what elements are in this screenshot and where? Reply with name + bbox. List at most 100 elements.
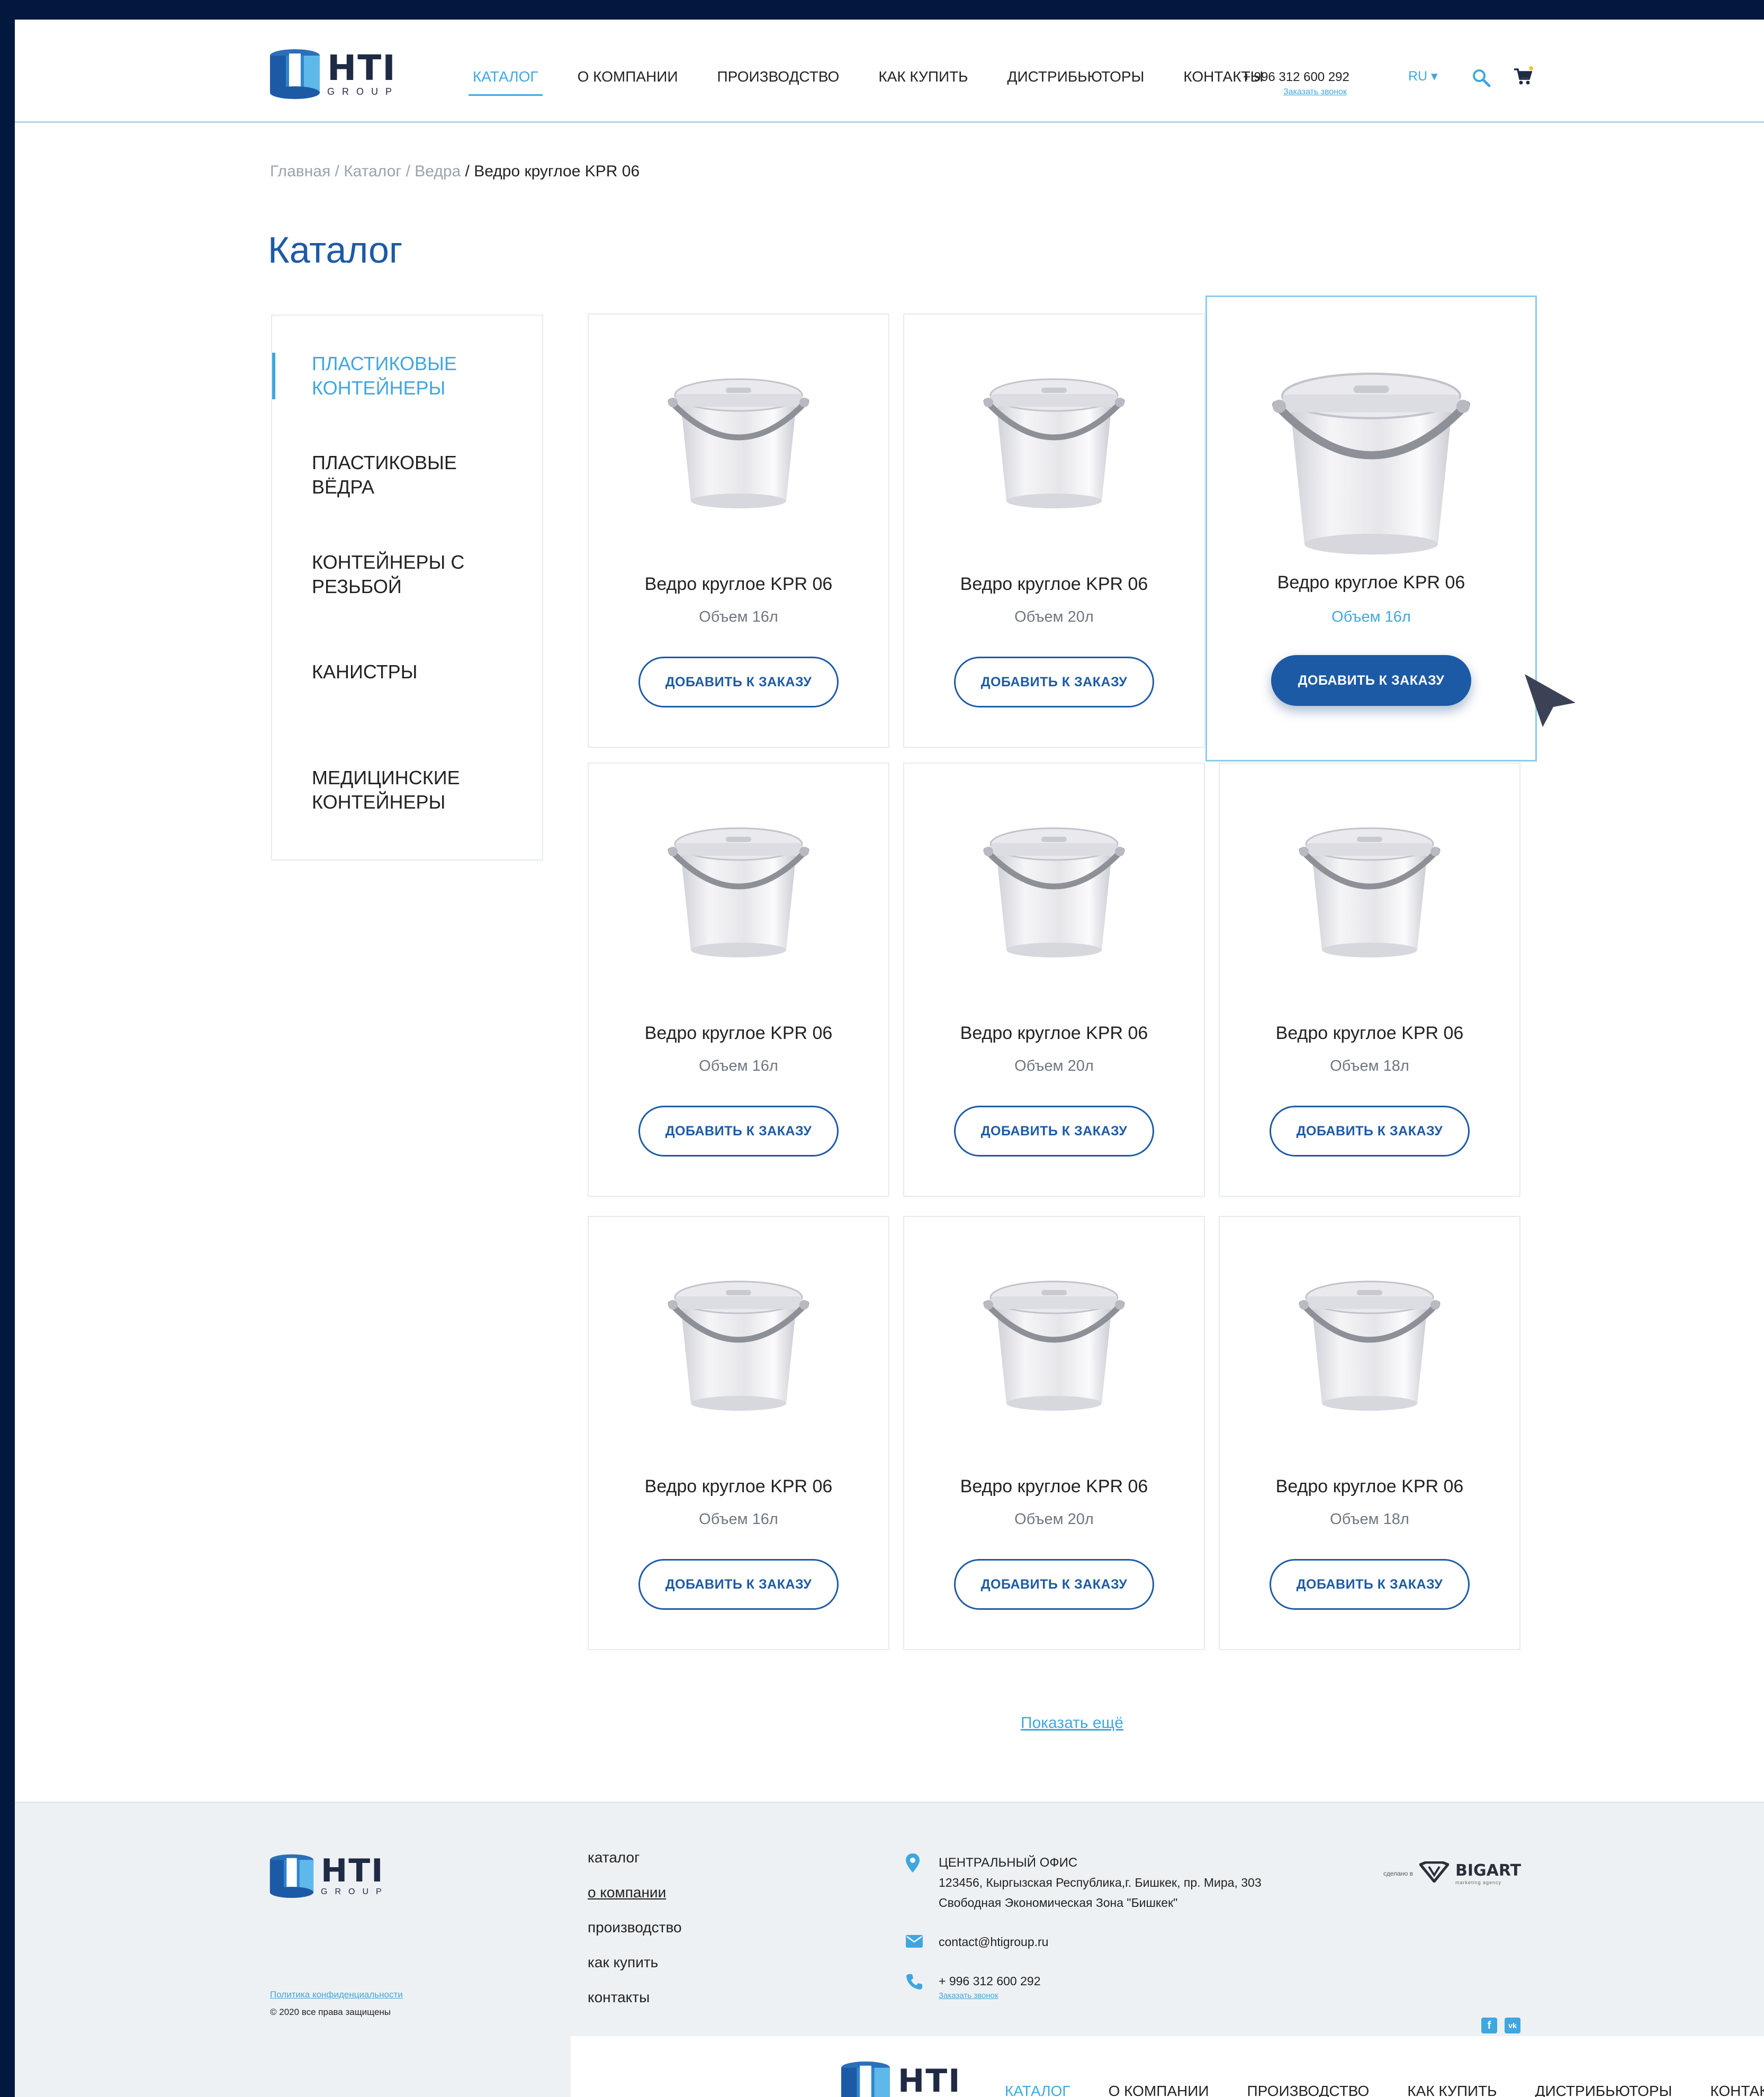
footer-nav-about[interactable]: о компании [588, 1884, 682, 1901]
footer-nav-how-to-buy[interactable]: как купить [588, 1954, 682, 1971]
product-card[interactable]: Ведро круглое KPR 06 Объем 18л ДОБАВИТЬ … [1219, 1216, 1520, 1650]
breadcrumb-home[interactable]: Главная [270, 163, 330, 180]
product-volume: Объем 18л [1330, 1511, 1409, 1528]
header-logo[interactable]: HTI GROUP [269, 48, 399, 99]
footer-nav-production[interactable]: производство [588, 1919, 682, 1936]
language-select[interactable]: RU ▾ [1408, 68, 1438, 84]
product-card[interactable]: Ведро круглое KPR 06 Объем 16л ДОБАВИТЬ … [588, 763, 889, 1197]
product-card[interactable]: Ведро круглое KPR 06 Объем 16л ДОБАВИТЬ … [588, 1216, 889, 1650]
site-header: HTI GROUP КАТАЛОГ О КОМПАНИИ ПРОИЗВОДСТВ… [15, 20, 1764, 123]
sticky-nav-catalog[interactable]: КАТАЛОГ [1005, 2083, 1070, 2097]
sidebar-item-medical-containers[interactable]: МЕДИЦИНСКИЕ КОНТЕЙНЕРЫ [312, 766, 513, 814]
sticky-nav-distributors[interactable]: ДИСТРИБЬЮТОРЫ [1535, 2083, 1672, 2097]
sticky-logo[interactable]: HTI GROUP [840, 2060, 966, 2097]
privacy-policy-link[interactable]: Политика конфиденциальности [270, 1990, 403, 2000]
product-name[interactable]: Ведро круглое KPR 06 [1220, 1023, 1519, 1044]
footer-phone[interactable]: + 996 312 600 292 [939, 1971, 1262, 1991]
product-card[interactable]: Ведро круглое KPR 06 Объем 16л ДОБАВИТЬ … [588, 313, 889, 748]
product-name[interactable]: Ведро круглое KPR 06 [1220, 1476, 1519, 1497]
nav-item-how-to-buy[interactable]: КАК КУПИТЬ [878, 68, 968, 85]
product-card[interactable]: Ведро круглое KPR 06 Объем 20л ДОБАВИТЬ … [903, 763, 1205, 1197]
product-name[interactable]: Ведро круглое KPR 06 [589, 574, 888, 595]
product-image[interactable] [904, 1265, 1204, 1417]
vk-icon[interactable]: vk [1505, 2018, 1520, 2033]
product-image[interactable] [904, 362, 1204, 515]
footer-nav-catalog[interactable]: каталог [588, 1849, 682, 1866]
product-name[interactable]: Ведро круглое KPR 06 [589, 1023, 888, 1044]
sticky-header: HTI GROUP КАТАЛОГ О КОМПАНИИ ПРОИЗВОДСТВ… [571, 2036, 1764, 2097]
add-to-order-button[interactable]: ДОБАВИТЬ К ЗАКАЗУ [638, 1106, 839, 1157]
logo-mark-icon [269, 1853, 314, 1898]
sticky-nav-about[interactable]: О КОМПАНИИ [1109, 2083, 1209, 2097]
search-icon[interactable] [1472, 68, 1491, 90]
add-to-order-button[interactable]: ДОБАВИТЬ К ЗАКАЗУ [1270, 1106, 1470, 1157]
sticky-nav: КАТАЛОГ О КОМПАНИИ ПРОИЗВОДСТВО КАК КУПИ… [1005, 2083, 1764, 2097]
product-volume: Объем 16л [699, 1511, 778, 1528]
agency-credit[interactable]: сделано в BIGART marketing agency [1383, 1861, 1521, 1885]
product-card[interactable]: Ведро круглое KPR 06 Объем 16л ДОБАВИТЬ … [1205, 295, 1537, 761]
sticky-nav-how-to-buy[interactable]: КАК КУПИТЬ [1407, 2083, 1497, 2097]
add-to-order-button[interactable]: ДОБАВИТЬ К ЗАКАЗУ [954, 1106, 1154, 1157]
product-name[interactable]: Ведро круглое KPR 06 [904, 574, 1204, 595]
product-image[interactable] [589, 811, 888, 964]
add-to-order-button[interactable]: ДОБАВИТЬ К ЗАКАЗУ [954, 1559, 1154, 1610]
add-to-order-button[interactable]: ДОБАВИТЬ К ЗАКАЗУ [638, 1559, 839, 1610]
page-title: Каталог [268, 229, 403, 271]
product-image[interactable] [589, 362, 888, 515]
add-to-order-button[interactable]: ДОБАВИТЬ К ЗАКАЗУ [638, 657, 839, 707]
product-volume: Объем 16л [699, 608, 778, 625]
show-more-link[interactable]: Показать ещё [1021, 1714, 1123, 1732]
footer-callback-link[interactable]: Заказать звонок [939, 1991, 998, 2000]
logo-subtext: GROUP [327, 86, 400, 97]
phone-icon [906, 1973, 923, 1993]
sidebar-item-canisters[interactable]: КАНИСТРЫ [312, 660, 513, 684]
office-title: ЦЕНТРАЛЬНЫЙ ОФИС [939, 1856, 1078, 1870]
category-sidebar: ПЛАСТИКОВЫЕ КОНТЕЙНЕРЫ ПЛАСТИКОВЫЕ ВЁДРА… [271, 315, 543, 861]
breadcrumb-catalog[interactable]: Каталог [344, 163, 401, 180]
logo-subtext: GROUP [321, 1887, 389, 1896]
product-image[interactable] [904, 811, 1204, 964]
mail-icon [906, 1935, 923, 1950]
product-card[interactable]: Ведро круглое KPR 06 Объем 20л ДОБАВИТЬ … [903, 313, 1205, 748]
add-to-order-button[interactable]: ДОБАВИТЬ К ЗАКАЗУ [1271, 655, 1471, 706]
product-image[interactable] [1220, 811, 1519, 964]
location-pin-icon [906, 1853, 920, 1875]
nav-item-production[interactable]: ПРОИЗВОДСТВО [717, 68, 840, 85]
product-name[interactable]: Ведро круглое KPR 06 [904, 1476, 1204, 1497]
footer-email[interactable]: contact@htigroup.ru [939, 1935, 1048, 1949]
header-callback-link[interactable]: Заказать звонок [1283, 87, 1347, 97]
footer-nav-contacts[interactable]: контакты [588, 1989, 682, 2006]
product-image[interactable] [1207, 350, 1535, 563]
sticky-nav-production[interactable]: ПРОИЗВОДСТВО [1247, 2083, 1370, 2097]
sidebar-item-threaded-containers[interactable]: КОНТЕЙНЕРЫ С РЕЗЬБОЙ [312, 550, 513, 599]
product-card[interactable]: Ведро круглое KPR 06 Объем 20л ДОБАВИТЬ … [903, 1216, 1205, 1650]
sticky-nav-contacts[interactable]: КОНТАКТЫ [1710, 2083, 1764, 2097]
page: HTI GROUP КАТАЛОГ О КОМПАНИИ ПРОИЗВОДСТВ… [15, 20, 1764, 2097]
product-image[interactable] [589, 1265, 888, 1417]
office-block: ЦЕНТРАЛЬНЫЙ ОФИС 123456, Кыргызская Респ… [906, 1853, 1262, 1913]
facebook-icon[interactable]: f [1481, 2018, 1497, 2033]
add-to-order-button[interactable]: ДОБАВИТЬ К ЗАКАЗУ [954, 657, 1154, 707]
social-links: f vk [1481, 2018, 1520, 2033]
add-to-order-button[interactable]: ДОБАВИТЬ К ЗАКАЗУ [1270, 1559, 1470, 1610]
breadcrumb-category[interactable]: Ведра [415, 163, 461, 180]
product-name[interactable]: Ведро круглое KPR 06 [589, 1476, 888, 1497]
sidebar-item-plastic-buckets[interactable]: ПЛАСТИКОВЫЕ ВЁДРА [312, 451, 513, 499]
product-name[interactable]: Ведро круглое KPR 06 [904, 1023, 1204, 1044]
nav-item-distributors[interactable]: ДИСТРИБЬЮТОРЫ [1007, 68, 1145, 85]
nav-item-about[interactable]: О КОМПАНИИ [578, 68, 678, 85]
main-nav: КАТАЛОГ О КОМПАНИИ ПРОИЗВОДСТВО КАК КУПИ… [469, 68, 1302, 96]
footer-logo[interactable]: HTI GROUP [269, 1853, 389, 1898]
product-volume: Объем 18л [1330, 1058, 1409, 1074]
product-image[interactable] [1220, 1265, 1519, 1417]
product-card[interactable]: Ведро круглое KPR 06 Объем 18л ДОБАВИТЬ … [1219, 763, 1520, 1197]
agency-diamond-icon [1418, 1861, 1451, 1885]
nav-item-catalog[interactable]: КАТАЛОГ [469, 68, 543, 96]
agency-name: BIGART [1455, 1861, 1522, 1880]
cart-icon[interactable] [1513, 66, 1533, 89]
agency-subtitle: marketing agency [1455, 1880, 1502, 1885]
header-phone[interactable]: + 996 312 600 292 [1243, 70, 1349, 85]
product-name[interactable]: Ведро круглое KPR 06 [1207, 572, 1535, 593]
sidebar-item-plastic-containers[interactable]: ПЛАСТИКОВЫЕ КОНТЕЙНЕРЫ [312, 352, 513, 400]
breadcrumb: Главная / Каталог / Ведра / Ведро кругло… [270, 163, 640, 181]
